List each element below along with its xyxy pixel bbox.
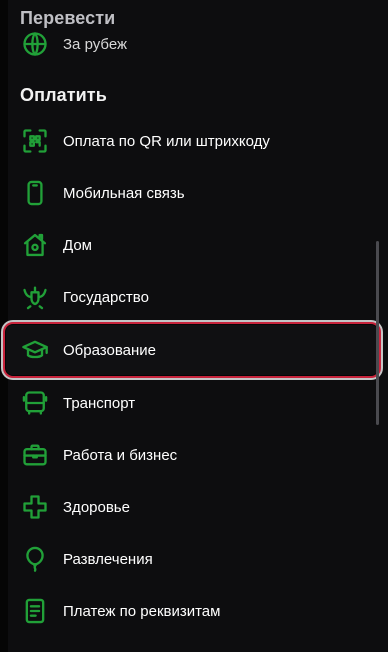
menu-item-label: Образование	[63, 341, 156, 359]
menu-item-qr-payment[interactable]: Оплата по QR или штрихкоду	[8, 115, 380, 167]
bus-icon	[21, 389, 49, 417]
menu-item-label: Государство	[63, 288, 149, 306]
scrollbar-thumb[interactable]	[376, 241, 379, 425]
menu-item-work-business[interactable]: Работа и бизнес	[8, 429, 380, 481]
menu-item-label: За рубеж	[63, 35, 128, 53]
menu-item-transport[interactable]: Транспорт	[8, 377, 380, 429]
house-icon	[21, 231, 49, 259]
briefcase-icon	[21, 441, 49, 469]
coat-of-arms-icon	[21, 283, 49, 311]
qr-code-icon	[21, 127, 49, 155]
document-icon	[21, 597, 49, 625]
menu-item-label: Развлечения	[63, 550, 153, 568]
menu-item-label: Дом	[63, 236, 92, 254]
menu-item-abroad[interactable]: За рубеж	[8, 18, 380, 70]
menu-item-payment-by-details[interactable]: Платеж по реквизитам	[8, 585, 380, 637]
menu-item-label: Здоровье	[63, 498, 130, 516]
mobile-phone-icon	[21, 179, 49, 207]
menu-item-label: Платеж по реквизитам	[63, 602, 221, 620]
menu-item-label: Работа и бизнес	[63, 446, 178, 464]
graduation-cap-icon	[21, 336, 49, 364]
menu-item-government[interactable]: Государство	[8, 271, 380, 323]
menu-item-label: Мобильная связь	[63, 184, 185, 202]
payments-menu-panel: Перевести За рубеж Оплатить Оплата по QR…	[0, 0, 388, 652]
menu-item-entertainment[interactable]: Развлечения	[8, 533, 380, 585]
menu-item-label: Транспорт	[63, 394, 136, 412]
globe-icon	[21, 30, 49, 58]
balloon-icon	[21, 545, 49, 573]
section-title-pay: Оплатить	[20, 85, 107, 105]
menu-item-mobile[interactable]: Мобильная связь	[8, 167, 380, 219]
menu-item-health[interactable]: Здоровье	[8, 481, 380, 533]
menu-item-education[interactable]: Образование	[3, 322, 381, 378]
health-cross-icon	[21, 493, 49, 521]
menu-item-home[interactable]: Дом	[8, 219, 380, 271]
menu-item-label: Оплата по QR или штрихкоду	[63, 132, 270, 150]
